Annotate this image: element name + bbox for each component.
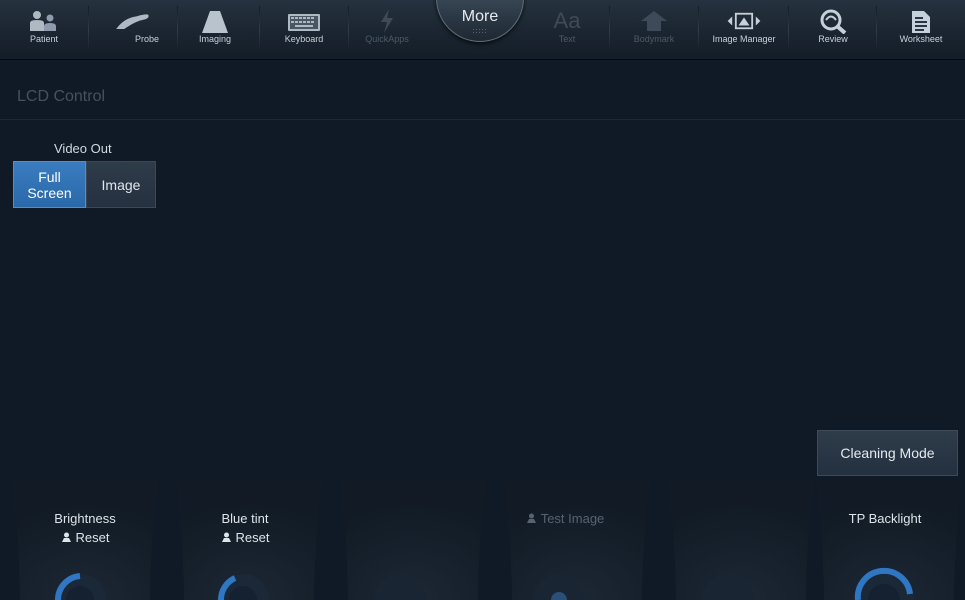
test-image-icon (526, 512, 537, 527)
brightness-label: Brightness (54, 511, 116, 526)
toolbar-quickapps-button[interactable]: QuickApps (343, 0, 431, 60)
cleaning-mode-button[interactable]: Cleaning Mode (817, 430, 958, 476)
brightness-reset-label: Reset (75, 530, 110, 545)
toolbar-divider (698, 6, 699, 54)
empty-dial-icon (702, 574, 754, 600)
toolbar-imaging-button[interactable]: Imaging (171, 0, 259, 60)
toolbar-text-button[interactable]: Aa Text (523, 0, 611, 60)
toolbar-bodymark-button[interactable]: Bodymark (610, 0, 698, 60)
blue-tint-knob[interactable]: Blue tint Reset (170, 480, 320, 600)
brightness-knob[interactable]: Brightness Reset (10, 480, 160, 600)
video-out-full-screen-button[interactable]: Full Screen (13, 161, 86, 208)
toolbar-worksheet-button[interactable]: Worksheet (877, 0, 965, 60)
lightning-icon (367, 8, 407, 34)
more-label: More (461, 8, 499, 25)
reset-knob-icon (221, 531, 232, 546)
toolbar-quickapps-label: QuickApps (365, 34, 409, 44)
page-title: LCD Control (17, 88, 106, 105)
blue-tint-dial-icon (217, 574, 269, 600)
toolbar-image-manager-label: Image Manager (712, 34, 776, 44)
video-out-label: Video Out (54, 141, 112, 156)
patient-icon (24, 8, 64, 34)
toolbar-bodymark-label: Bodymark (633, 34, 675, 44)
test-image-knob[interactable]: Test Image (490, 480, 640, 600)
keyboard-icon (284, 8, 324, 34)
toolbar-patient-label: Patient (29, 34, 59, 44)
toolbar-text-label: Text (558, 34, 576, 44)
toolbar-probe-label: Probe (134, 34, 160, 44)
more-button[interactable]: More ::::: (436, 0, 524, 42)
toolbar-image-manager-button[interactable]: Image Manager (700, 0, 788, 60)
bodymark-icon (634, 8, 674, 34)
tp-backlight-dial-icon (854, 567, 914, 600)
reset-knob-icon (61, 531, 72, 546)
toolbar-worksheet-label: Worksheet (899, 34, 943, 44)
text-icon: Aa (553, 8, 581, 33)
toolbar-keyboard-label: Keyboard (284, 34, 324, 44)
blue-tint-reset-label: Reset (235, 530, 270, 545)
brightness-dial-icon (54, 573, 106, 600)
toolbar-probe-button[interactable]: Probe (89, 0, 177, 60)
title-divider (0, 119, 965, 120)
cleaning-mode-label: Cleaning Mode (840, 445, 935, 461)
worksheet-icon (901, 8, 941, 34)
top-toolbar: Patient Probe Imaging Keyboard QuickApps… (0, 0, 965, 60)
toolbar-review-button[interactable]: Review (789, 0, 877, 60)
image-option-label: Image (101, 176, 141, 193)
imaging-icon (195, 8, 235, 34)
toolbar-review-label: Review (818, 34, 848, 44)
full-screen-label-line2: Screen (27, 184, 72, 201)
brightness-reset[interactable]: Reset (10, 530, 160, 546)
test-image-label: Test Image (490, 511, 640, 527)
blue-tint-reset[interactable]: Reset (170, 530, 320, 546)
blue-tint-label: Blue tint (221, 511, 269, 526)
full-screen-label-line1: Full (38, 168, 61, 185)
toolbar-patient-button[interactable]: Patient (0, 0, 88, 60)
review-icon (813, 8, 853, 34)
video-out-image-button[interactable]: Image (86, 161, 156, 208)
tp-backlight-label: TP Backlight (848, 511, 922, 526)
toolbar-imaging-label: Imaging (198, 34, 232, 44)
image-manager-icon (724, 8, 764, 34)
knob-bar: Brightness Reset Blue tint Reset Test Im… (0, 480, 965, 600)
probe-icon (113, 8, 153, 34)
grip-dots-icon: ::::: (472, 28, 488, 35)
empty-dial-icon (374, 574, 426, 600)
test-image-text: Test Image (540, 511, 605, 526)
tp-backlight-knob[interactable]: TP Backlight (810, 480, 960, 600)
toolbar-keyboard-button[interactable]: Keyboard (260, 0, 348, 60)
test-image-dial-icon (533, 574, 585, 600)
